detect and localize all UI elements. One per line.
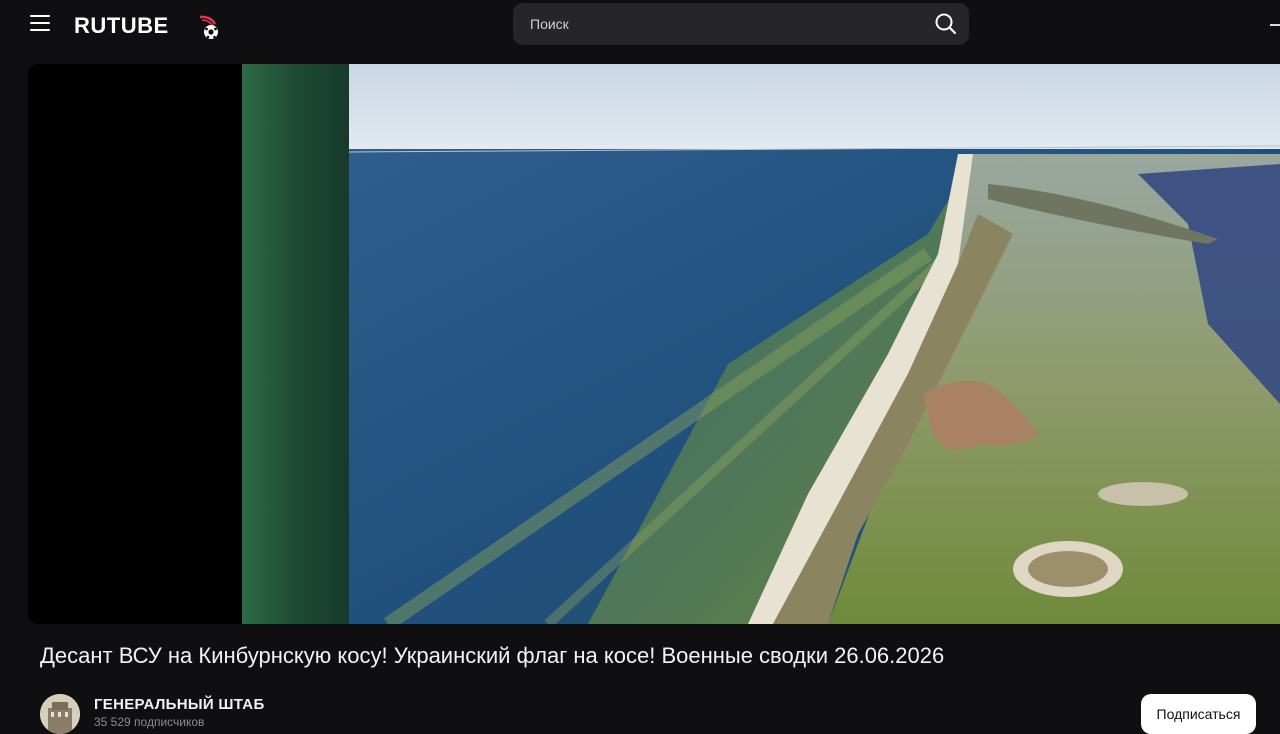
channel-avatar[interactable] bbox=[40, 694, 80, 734]
building-icon bbox=[40, 694, 80, 734]
search-icon[interactable] bbox=[933, 11, 959, 37]
video-frame bbox=[28, 64, 1280, 624]
logo-text: RUTUBE bbox=[74, 13, 169, 38]
video-title: Десант ВСУ на Кинбурнскую косу! Украинск… bbox=[40, 643, 945, 668]
search-bar bbox=[513, 3, 969, 45]
soccer-ball-icon bbox=[199, 15, 218, 39]
hamburger-icon[interactable] bbox=[30, 14, 50, 32]
rutube-logo[interactable]: RUTUBE bbox=[74, 10, 224, 40]
top-header: RUTUBE bbox=[0, 0, 1280, 50]
subscribe-button[interactable]: Подписаться bbox=[1141, 694, 1256, 734]
plus-icon[interactable] bbox=[1270, 24, 1280, 26]
channel-name[interactable]: ГЕНЕРАЛЬНЫЙ ШТАБ bbox=[94, 696, 265, 713]
video-player[interactable] bbox=[28, 64, 1280, 624]
search-input[interactable] bbox=[513, 3, 913, 45]
